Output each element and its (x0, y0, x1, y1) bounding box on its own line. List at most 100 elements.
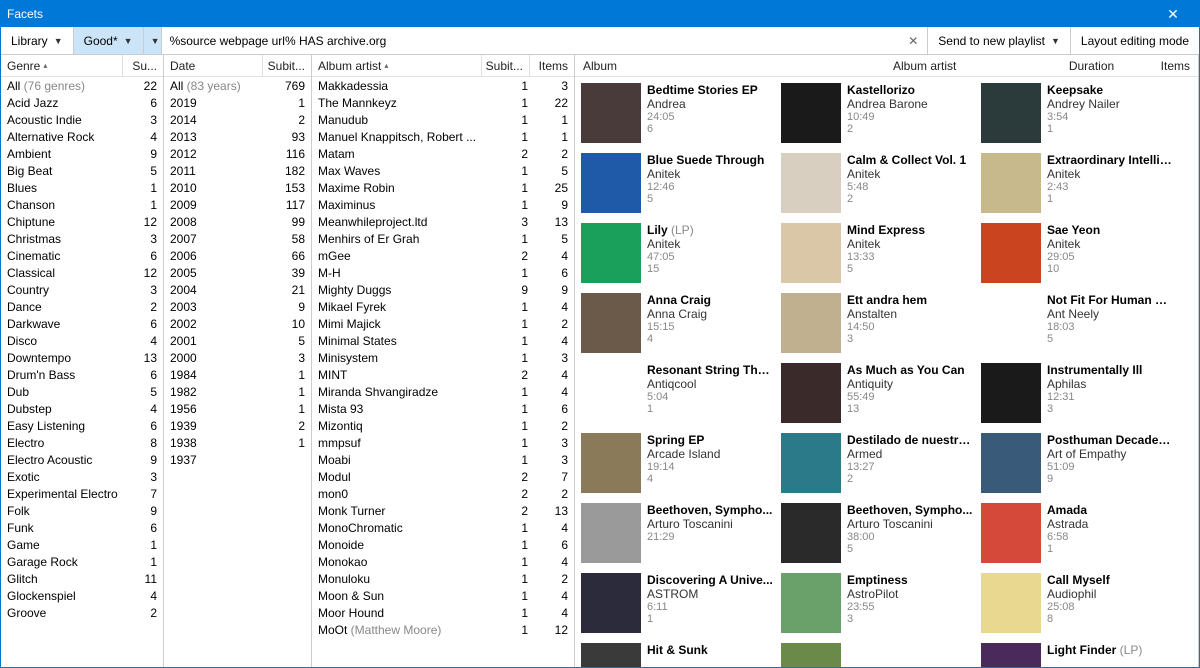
list-item[interactable]: MoOt (Matthew Moore)112 (312, 621, 574, 638)
album-card[interactable]: Bedtime Stories EPAndrea24:056 (579, 81, 779, 151)
list-item[interactable]: Menhirs of Er Grah15 (312, 230, 574, 247)
album-card[interactable]: Sae YeonAnitek29:0510 (979, 221, 1179, 291)
list-item[interactable]: Minimal States14 (312, 332, 574, 349)
album-card[interactable]: Beethoven, Sympho...Arturo Toscanini38:0… (779, 501, 979, 571)
list-item[interactable]: 200210 (164, 315, 311, 332)
list-item[interactable]: 2010153 (164, 179, 311, 196)
list-item[interactable]: 2012116 (164, 145, 311, 162)
album-card[interactable] (779, 641, 979, 667)
list-item[interactable]: Classical12 (1, 264, 163, 281)
album-card[interactable]: Mind ExpressAnitek13:335 (779, 221, 979, 291)
list-item[interactable]: Matam22 (312, 145, 574, 162)
list-item[interactable]: Experimental Electro7 (1, 485, 163, 502)
list-item[interactable]: MonoChromatic14 (312, 519, 574, 536)
list-item[interactable]: Monk Turner213 (312, 502, 574, 519)
list-item[interactable]: 200758 (164, 230, 311, 247)
list-item[interactable]: Downtempo13 (1, 349, 163, 366)
album-card[interactable]: Ett andra hemAnstalten14:503 (779, 291, 979, 361)
list-item[interactable]: Minisystem13 (312, 349, 574, 366)
list-item[interactable]: Dubstep4 (1, 400, 163, 417)
list-item[interactable]: Monokao14 (312, 553, 574, 570)
list-item[interactable]: mmpsuf13 (312, 434, 574, 451)
album-card[interactable]: AmadaAstrada6:581 (979, 501, 1179, 571)
list-item[interactable]: Big Beat5 (1, 162, 163, 179)
list-item[interactable]: Blues1 (1, 179, 163, 196)
list-item[interactable]: Folk9 (1, 502, 163, 519)
list-item[interactable]: Mighty Duggs99 (312, 281, 574, 298)
list-item[interactable]: Maxime Robin125 (312, 179, 574, 196)
genre-header[interactable]: Genre▴ (1, 55, 123, 76)
list-item[interactable]: M-H16 (312, 264, 574, 281)
album-card[interactable]: Hit & Sunk (579, 641, 779, 667)
list-item[interactable]: Monoide16 (312, 536, 574, 553)
list-item[interactable]: 20015 (164, 332, 311, 349)
list-item[interactable]: 20191 (164, 94, 311, 111)
list-item[interactable]: Chanson1 (1, 196, 163, 213)
album-card[interactable]: Extraordinary Intellig...Anitek2:431 (979, 151, 1179, 221)
list-item[interactable]: Garage Rock1 (1, 553, 163, 570)
album-card[interactable]: KastellorizoAndrea Barone10:492 (779, 81, 979, 151)
list-item[interactable]: 2011182 (164, 162, 311, 179)
album-card[interactable]: Resonant String The...Antiqcool5:041 (579, 361, 779, 431)
artist-sub-header[interactable]: Subit... (482, 55, 530, 76)
list-item[interactable]: Max Waves15 (312, 162, 574, 179)
artist-items-header[interactable]: Items (530, 55, 574, 76)
list-item[interactable]: Acoustic Indie3 (1, 111, 163, 128)
list-item[interactable]: Mizontiq12 (312, 417, 574, 434)
list-item[interactable]: 200666 (164, 247, 311, 264)
list-item[interactable]: mon022 (312, 485, 574, 502)
list-item[interactable]: Manudub11 (312, 111, 574, 128)
list-item[interactable]: Moabi13 (312, 451, 574, 468)
list-item[interactable]: Dub5 (1, 383, 163, 400)
artist-header[interactable]: Album artist▴ (312, 55, 482, 76)
list-item[interactable]: Acid Jazz6 (1, 94, 163, 111)
album-card[interactable]: Blue Suede ThroughAnitek12:465 (579, 151, 779, 221)
album-card[interactable]: Anna CraigAnna Craig15:154 (579, 291, 779, 361)
list-item[interactable]: 200899 (164, 213, 311, 230)
list-item[interactable]: Mista 9316 (312, 400, 574, 417)
list-item[interactable]: 19841 (164, 366, 311, 383)
list-item[interactable]: Ambient9 (1, 145, 163, 162)
list-item[interactable]: Glitch11 (1, 570, 163, 587)
date-count-header[interactable]: Subit... (263, 55, 311, 76)
list-item[interactable]: Mimi Majick12 (312, 315, 574, 332)
list-item[interactable]: Moor Hound14 (312, 604, 574, 621)
list-item[interactable]: 19392 (164, 417, 311, 434)
list-item[interactable]: Electro8 (1, 434, 163, 451)
album-card[interactable]: Calm & Collect Vol. 1Anitek5:482 (779, 151, 979, 221)
close-icon[interactable]: ✕ (1153, 6, 1193, 23)
date-list[interactable]: All (83 years)76920191201422013932012116… (164, 77, 311, 667)
list-item[interactable]: 19821 (164, 383, 311, 400)
album-card[interactable]: Instrumentally IllAphilas12:313 (979, 361, 1179, 431)
list-item[interactable]: Monuloku12 (312, 570, 574, 587)
album-card[interactable]: Light Finder (LP) (979, 641, 1179, 667)
album-card[interactable]: Call MyselfAudiophil25:088 (979, 571, 1179, 641)
list-item[interactable]: 20003 (164, 349, 311, 366)
list-item[interactable]: 1937 (164, 451, 311, 468)
list-item[interactable]: Chiptune12 (1, 213, 163, 230)
album-card[interactable]: Not Fit For Human C...Ant Neely18:035 (979, 291, 1179, 361)
library-button[interactable]: Library ▼ (1, 27, 74, 54)
album-card[interactable]: Destilado de nuestra ...Armed13:272 (779, 431, 979, 501)
list-item[interactable]: Country3 (1, 281, 163, 298)
list-item[interactable]: 19561 (164, 400, 311, 417)
items-header[interactable]: Items (1140, 59, 1190, 73)
list-item[interactable]: Electro Acoustic9 (1, 451, 163, 468)
list-item[interactable]: 2009117 (164, 196, 311, 213)
send-to-playlist-button[interactable]: Send to new playlist ▼ (928, 27, 1071, 54)
album-card[interactable]: Discovering A Unive...ASTROM6:111 (579, 571, 779, 641)
search-input[interactable] (166, 32, 904, 50)
list-item[interactable]: Miranda Shvangiradze14 (312, 383, 574, 400)
list-item[interactable]: Easy Listening6 (1, 417, 163, 434)
album-card[interactable]: Spring EPArcade Island19:144 (579, 431, 779, 501)
list-item[interactable]: Groove2 (1, 604, 163, 621)
album-card[interactable]: Beethoven, Sympho...Arturo Toscanini21:2… (579, 501, 779, 571)
good-filter-button[interactable]: Good* ▼ (74, 27, 144, 54)
list-item[interactable]: Alternative Rock4 (1, 128, 163, 145)
date-header[interactable]: Date (164, 55, 263, 76)
list-item[interactable]: 200421 (164, 281, 311, 298)
album-card[interactable]: EmptinessAstroPilot23:553 (779, 571, 979, 641)
genre-list[interactable]: All (76 genres)22Acid Jazz6Acoustic Indi… (1, 77, 163, 667)
list-item[interactable]: 19381 (164, 434, 311, 451)
album-header[interactable]: Album (583, 59, 893, 73)
